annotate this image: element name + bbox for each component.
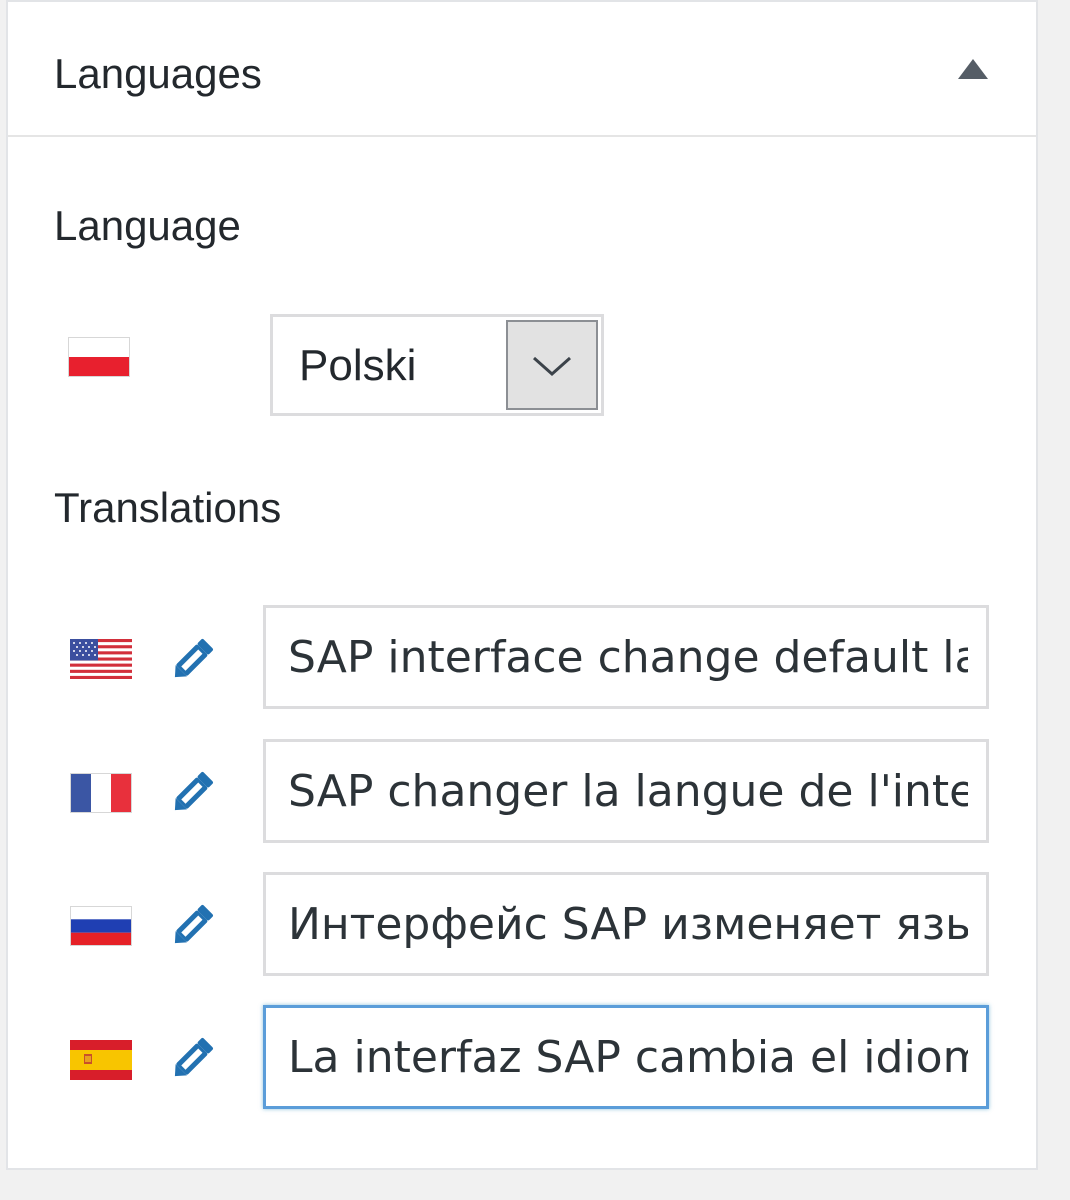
flag-us-icon xyxy=(70,639,132,679)
chevron-down-icon xyxy=(533,356,571,377)
flag-es-icon xyxy=(70,1040,132,1080)
language-select-value: Polski xyxy=(299,341,417,390)
translation-input-ru[interactable] xyxy=(263,872,989,976)
pencil-icon[interactable] xyxy=(166,896,222,952)
panel-title: Languages xyxy=(54,50,262,97)
pencil-icon[interactable] xyxy=(166,630,222,686)
flag-ru-icon xyxy=(70,906,132,946)
language-label: Language xyxy=(54,202,241,249)
flag-fr-icon xyxy=(70,773,132,813)
language-select[interactable]: Polski xyxy=(270,314,604,416)
pencil-icon[interactable] xyxy=(166,763,222,819)
translation-input-en[interactable] xyxy=(263,605,989,709)
triangle-up-icon[interactable] xyxy=(956,56,990,82)
translations-label: Translations xyxy=(54,484,282,531)
pencil-icon[interactable] xyxy=(166,1029,222,1085)
translation-input-es[interactable] xyxy=(263,1005,989,1109)
language-select-button[interactable] xyxy=(506,320,598,410)
translation-input-fr[interactable] xyxy=(263,739,989,843)
panel-header: Languages xyxy=(8,2,1036,137)
flag-pl-icon xyxy=(68,337,130,377)
languages-panel: Languages Language Polski Translations xyxy=(6,0,1038,1170)
